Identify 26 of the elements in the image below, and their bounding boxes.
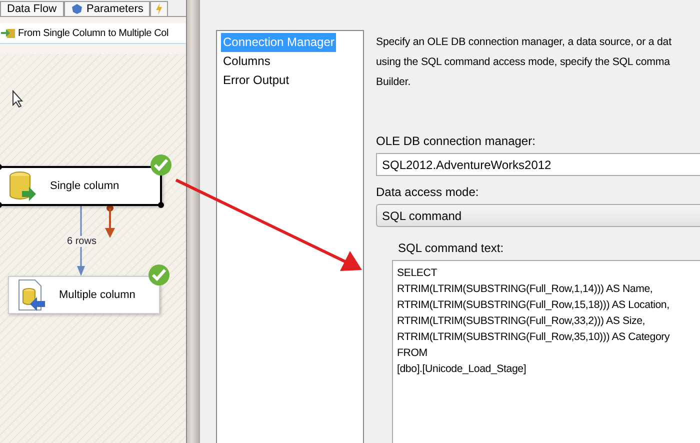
sql-text-field[interactable]: SELECT RTRIM(LTRIM(SUBSTRING(Full_Row,1,14))) AS Name, RTRIM(LTRIM(SUBSTRING(Full_Row,15,18))) AS Location, RTRIM(LTRIM(SUBSTRING(Full_Row,33,2))) AS Size, RTRIM(LTRIM(SUBSTRING(Full_Row,35,10))) AS Category FROM [dbo].[Unicode_Load_Stage] — [392, 260, 700, 443]
description-text: using the SQL command access mode, specify the SQL comma — [376, 55, 671, 70]
access-mode-dropdown[interactable]: SQL command — [376, 204, 700, 227]
splitter-bar[interactable] — [186, 0, 200, 443]
page-list-item[interactable]: Error Output — [221, 71, 292, 90]
field-label: SQL command text: — [398, 241, 505, 255]
database-source-icon — [8, 171, 36, 201]
task-selector[interactable]: From Single Column to Multiple Col — [0, 23, 186, 44]
component-node[interactable]: Single column — [0, 166, 162, 206]
connection-manager-dropdown[interactable]: SQL2012.AdventureWorks2012 — [376, 153, 700, 176]
description-text: Specify an OLE DB connection manager, a data source, or a dat — [376, 35, 672, 50]
node-label: Single column — [50, 180, 120, 192]
field-label: OLE DB connection manager: — [376, 134, 536, 148]
node-label: Multiple column — [59, 289, 136, 301]
lightning-icon — [155, 3, 164, 15]
description-text: Builder. — [376, 75, 412, 90]
cursor-icon — [12, 90, 24, 108]
database-destination-icon — [17, 279, 45, 311]
error-path-arrow — [105, 204, 115, 238]
designer-tab[interactable]: Parameters — [64, 1, 150, 16]
path-row-count: 6 rows — [66, 236, 98, 247]
component-node[interactable]: Multiple column — [8, 276, 160, 314]
field-label: Data access mode: — [376, 185, 480, 199]
designer-tab[interactable] — [150, 1, 168, 16]
page-list-item[interactable]: Columns — [221, 52, 272, 71]
designer-tab[interactable]: Data Flow — [0, 1, 64, 16]
